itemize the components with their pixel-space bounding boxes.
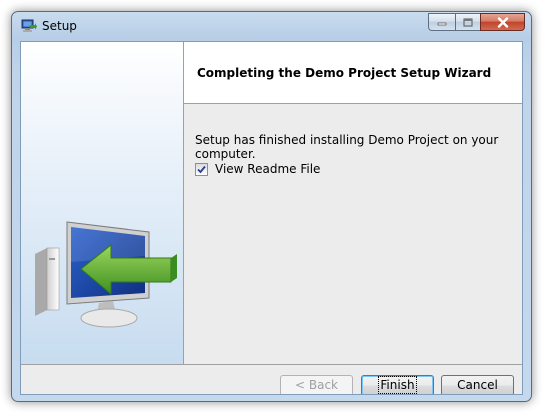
caption-buttons <box>428 13 525 32</box>
footer-divider <box>21 364 522 365</box>
finish-button[interactable]: Finish <box>361 375 434 394</box>
minimize-icon <box>437 22 447 26</box>
wizard-client-area: Completing the Demo Project Setup Wizard… <box>20 41 523 395</box>
cancel-button-label: Cancel <box>457 378 498 392</box>
setup-icon <box>21 19 37 32</box>
back-button[interactable]: < Back <box>280 375 353 394</box>
window-title: Setup <box>42 19 77 33</box>
minimize-button[interactable] <box>428 13 455 31</box>
computer-install-illustration <box>35 221 177 328</box>
cancel-button[interactable]: Cancel <box>441 375 514 394</box>
view-readme-checkbox[interactable] <box>195 162 208 176</box>
wizard-header: Completing the Demo Project Setup Wizard <box>184 42 522 104</box>
maximize-button[interactable] <box>455 13 480 31</box>
view-readme-option[interactable]: View Readme File <box>195 162 320 176</box>
checkmark-icon <box>197 165 206 173</box>
view-readme-label[interactable]: View Readme File <box>215 162 320 176</box>
wizard-title: Completing the Demo Project Setup Wizard <box>197 66 492 80</box>
back-button-label: < Back <box>294 378 338 392</box>
title-bar[interactable]: Setup <box>12 12 531 40</box>
finish-message: Setup has finished installing Demo Proje… <box>195 133 499 161</box>
finish-button-label: Finish <box>378 376 417 394</box>
close-icon <box>497 16 508 28</box>
maximize-icon <box>463 18 473 26</box>
setup-window: Setup Completing the Demo Project Setup … <box>11 11 532 402</box>
close-button[interactable] <box>480 13 525 31</box>
wizard-side-panel <box>21 42 184 364</box>
